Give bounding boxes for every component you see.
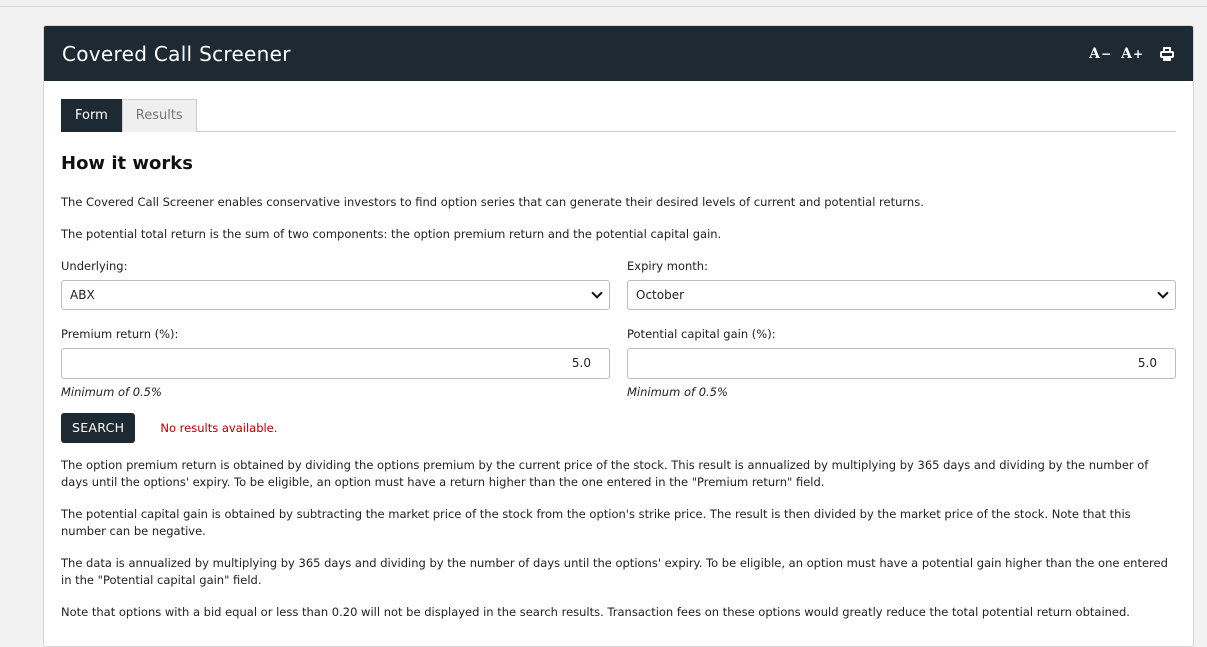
screener-panel: Covered Call Screener A − A + Form Results… (43, 25, 1194, 647)
panel-title: Covered Call Screener (62, 41, 291, 66)
intro-paragraph: The Covered Call Screener enables conser… (61, 195, 924, 209)
expiry-value: October (636, 288, 685, 302)
search-row: SEARCH No results available. (61, 413, 1176, 443)
chevron-down-icon (591, 287, 603, 299)
search-button[interactable]: SEARCH (61, 413, 136, 443)
explanation-section: The option premium return is obtained by… (61, 457, 1176, 621)
explanation-paragraph: The data is annualized by multiplying by… (61, 556, 1168, 587)
underlying-value: ABX (70, 288, 95, 302)
input-row: Premium return (%): 5.0 Minimum of 0.5% … (61, 327, 1176, 399)
capital-gain-hint: Minimum of 0.5% (627, 385, 728, 399)
underlying-field: Underlying: ABX (61, 259, 610, 310)
panel-header: Covered Call Screener A − A + (44, 26, 1193, 81)
premium-hint: Minimum of 0.5% (61, 385, 162, 399)
capital-gain-field: Potential capital gain (%): 5.0 Minimum … (627, 327, 1176, 399)
chevron-down-icon (1157, 287, 1169, 299)
status-message: No results available. (160, 421, 278, 435)
tab-results[interactable]: Results (121, 99, 197, 132)
print-icon[interactable] (1159, 46, 1175, 61)
capital-gain-input[interactable]: 5.0 (627, 348, 1176, 379)
expiry-field: Expiry month: October (627, 259, 1176, 310)
decrease-font-button[interactable]: A − (1089, 46, 1111, 62)
increase-font-button[interactable]: A + (1121, 46, 1143, 62)
expiry-label: Expiry month: (627, 259, 708, 273)
explanation-paragraph: The option premium return is obtained by… (61, 458, 1149, 489)
capital-gain-label: Potential capital gain (%): (627, 327, 776, 341)
expiry-select[interactable]: October (627, 280, 1176, 310)
decrease-font-icon: A (1089, 45, 1100, 62)
panel-content: Form Results How it works The Covered Ca… (44, 81, 1193, 621)
premium-input[interactable]: 5.0 (61, 348, 610, 379)
explanation-paragraph: Note that options with a bid equal or le… (61, 605, 1130, 619)
intro-paragraph: The potential total return is the sum of… (61, 227, 722, 241)
tab-bar: Form Results (61, 99, 1176, 132)
top-divider (0, 6, 1207, 7)
underlying-label: Underlying: (61, 259, 128, 273)
underlying-select[interactable]: ABX (61, 280, 610, 310)
premium-field: Premium return (%): 5.0 Minimum of 0.5% (61, 327, 610, 399)
explanation-paragraph: The potential capital gain is obtained b… (61, 507, 1131, 538)
tab-form[interactable]: Form (61, 99, 122, 132)
select-row: Underlying: ABX Expiry month: October (61, 259, 1176, 310)
increase-font-icon: A (1121, 45, 1132, 62)
header-tools: A − A + (1089, 46, 1175, 62)
premium-label: Premium return (%): (61, 327, 179, 341)
section-title: How it works (61, 153, 193, 174)
